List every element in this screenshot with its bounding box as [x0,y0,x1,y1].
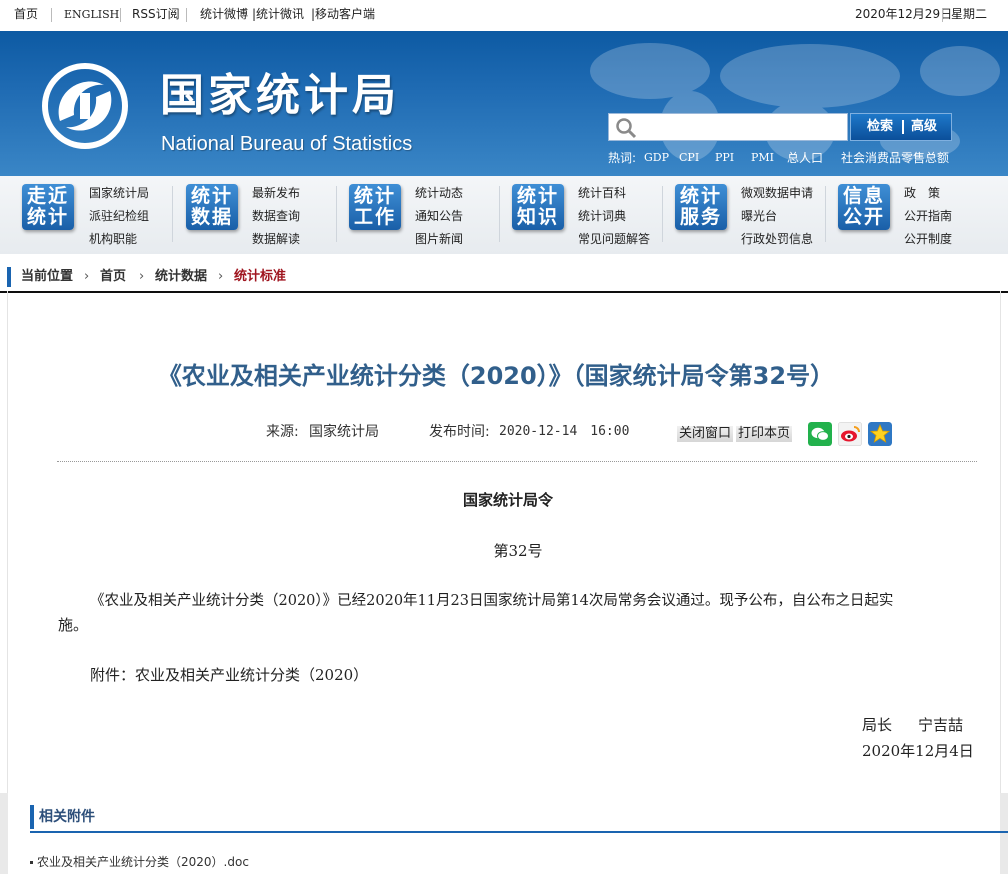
hot-word-link[interactable]: 总人口 [787,149,823,167]
weixin-link[interactable]: |统计微讯 [252,0,304,30]
divider [51,8,52,22]
attachments-heading: 相关附件 [39,809,95,825]
chevron-right-icon: › [139,269,145,284]
divider [336,186,337,242]
home-link[interactable]: 首页 [14,0,38,30]
page-margin [0,793,8,874]
english-link[interactable]: ENGLISH [64,0,119,30]
nav-link[interactable]: 公开制度 [904,228,952,251]
attachment-link[interactable]: 农业及相关产业统计分类（2020）.doc [37,855,249,869]
article-body-line: 施。 [58,616,89,634]
nav-link[interactable]: 通知公告 [415,205,463,228]
hot-word-link[interactable]: PMI [751,149,774,167]
close-window-button[interactable]: 关闭窗口 [677,426,734,442]
decree-title: 国家统计局令 [462,491,553,509]
nav-link[interactable]: 统计百科 [578,182,650,205]
nav-work-icon[interactable]: 统计 工作 [349,184,401,230]
breadcrumb-marker [7,267,11,287]
chevron-right-icon: › [218,269,224,284]
search-box [608,113,848,141]
nbs-logo-icon [42,63,128,149]
divider [902,120,904,134]
nav-data-icon[interactable]: 统计 数据 [186,184,238,230]
brand-name-cn: 国家统计局 [160,70,400,121]
mobile-client-link[interactable]: |移动客户端 [311,0,375,30]
weibo-link[interactable]: 统计微博 [200,0,248,30]
source-link[interactable]: 国家统计局 [309,423,379,441]
nav-link[interactable]: 最新发布 [252,182,300,205]
nav-link[interactable]: 数据查询 [252,205,300,228]
nav-link[interactable]: 曝光台 [741,205,813,228]
section-marker [30,805,34,829]
rss-link[interactable]: RSS订阅 [132,0,180,30]
advanced-search-button[interactable]: 高级 [911,114,937,140]
article-body-line: 《农业及相关产业统计分类（2020）》已经2020年11月23日国家统计局第14… [90,593,894,609]
print-page-button[interactable]: 打印本页 [736,426,793,442]
nav-about-icon[interactable]: 走近 统计 [22,184,74,230]
nav-link[interactable]: 微观数据申请 [741,182,813,205]
nav-link[interactable]: 公开指南 [904,205,952,228]
article-title: 《农业及相关产业统计分类（2020）》（国家统计局令第32号） [157,362,835,390]
breadcrumb-home[interactable]: 首页 [100,263,126,291]
nav-link[interactable]: 数据解读 [252,228,300,251]
nav-disclosure-icon[interactable]: 信息 公开 [838,184,890,230]
favorite-star-icon[interactable] [868,422,892,446]
breadcrumb: 当前位置 › 首页 › 统计数据 › 统计标准 [0,263,1008,293]
top-utility-bar: 首页 ENGLISH RSS订阅 统计微博 |统计微讯 |移动客户端 2020年… [0,0,1008,30]
search-button[interactable]: 检索 [867,114,893,140]
nav-link[interactable]: 统计动态 [415,182,463,205]
main-navigation: 走近 统计 国家统计局 派驻纪检组 机构职能 统计 数据 最新发布 数据查询 数据解… [0,176,1008,254]
attachments-header: 相关附件 [30,805,1008,833]
divider [499,186,500,242]
nav-link[interactable]: 统计词典 [578,205,650,228]
nav-link[interactable]: 行政处罚信息 [741,228,813,251]
signer-name: 宁吉喆 [918,716,964,734]
divider [662,186,663,242]
published-time: 2020-12-14 16:00 [499,424,630,439]
weibo-share-icon[interactable] [838,422,862,446]
source-label: 来源: [266,424,299,440]
divider [57,461,977,462]
chevron-right-icon: › [84,269,90,284]
hot-word-link[interactable]: PPI [715,149,734,167]
nav-link[interactable]: 派驻纪检组 [89,205,149,228]
hot-word-link[interactable]: GDP [644,149,669,167]
wechat-share-icon[interactable] [808,422,832,446]
signer-title: 局长 [862,716,893,734]
search-icon [616,118,637,139]
published-label: 发布时间: [429,424,490,440]
bullet-icon [30,861,33,864]
divider [172,186,173,242]
divider [186,8,187,22]
brand-name-en: National Bureau of Statistics [161,133,413,155]
attachment-note: 附件：农业及相关产业统计分类（2020） [90,666,369,684]
divider [825,186,826,242]
nav-link[interactable]: 国家统计局 [89,182,149,205]
current-weekday: 星期二 [951,7,988,21]
current-date: 2020年12月29日 [855,7,953,21]
attachment-link-row: 农业及相关产业统计分类（2020）.doc [30,854,249,870]
sign-date: 2020年12月4日 [862,742,974,760]
site-header-banner: 国家统计局 National Bureau of Statistics 检索 高… [0,31,1008,176]
nav-link[interactable]: 常见问题解答 [578,228,650,251]
breadcrumb-current: 统计标准 [234,269,287,284]
search-input[interactable] [641,116,845,140]
decree-number: 第32号 [493,542,543,560]
hot-word-link[interactable]: CPI [679,149,699,167]
nav-link[interactable]: 机构职能 [89,228,149,251]
divider [942,8,943,22]
breadcrumb-stats-data[interactable]: 统计数据 [155,263,207,291]
nav-link[interactable]: 图片新闻 [415,228,463,251]
nav-link[interactable]: 政 策 [904,182,952,205]
nav-service-icon[interactable]: 统计 服务 [675,184,727,230]
nav-knowledge-icon[interactable]: 统计 知识 [512,184,564,230]
hot-word-link[interactable]: 社会消费品零售总额 [841,149,949,167]
breadcrumb-location-label: 当前位置 [21,269,74,284]
divider [120,8,121,22]
hot-words-label: 热词: [608,151,637,165]
search-button-group: 检索 高级 [850,113,952,141]
